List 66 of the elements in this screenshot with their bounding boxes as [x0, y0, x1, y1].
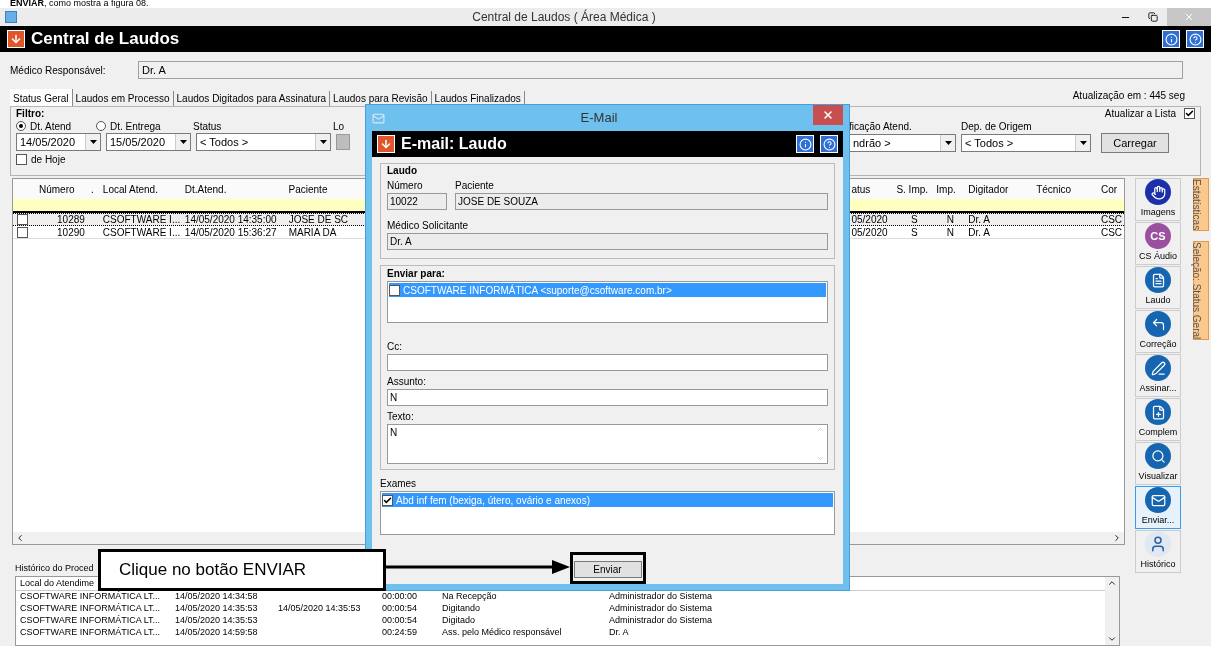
table-cell-text: Dr. A [609, 626, 630, 640]
table-cell-text: Dr. A [967, 213, 991, 227]
table-cell-text: 10290 [56, 225, 86, 240]
table-cell-text: 00:00:00 [382, 590, 419, 604]
refresh-info: Atualização em : 445 seg [1072, 89, 1186, 103]
table-cell-text: N [945, 225, 955, 240]
table-cell-text: 14/05/2020 14:35:53 [175, 602, 259, 616]
table-cell-text: 14/05/2020 14:59:58 [175, 626, 259, 640]
callout-box: Clique no botão ENVIAR [98, 549, 386, 591]
table-cell-text: Dr. A [967, 225, 991, 240]
cs-logo: CS [1145, 223, 1171, 250]
dialog-title: E-Mail [579, 109, 619, 128]
table-cell-text: CSOFTWARE INFORMÁTICA LT... [20, 614, 161, 627]
field-label: Dep. de Origem [961, 119, 1032, 134]
table-cell-text: 10289 [56, 213, 86, 227]
table-cell-text: 05/2020 [850, 213, 889, 227]
table-cell-text: CSC [1099, 225, 1124, 240]
table-cell-text: 14/05/2020 14:34:58 [175, 590, 259, 604]
table-cell-text: Administrador do Sistema [609, 590, 714, 604]
table-cell-text: JOSE DE SC [287, 213, 350, 227]
field-label: Exames [380, 477, 418, 491]
table-cell-text: CSOFTWARE INFORMÁTICA LT... [20, 602, 161, 615]
filter-legend: Filtro: [16, 105, 45, 121]
table-cell-text: CSOFTWARE INFORMÁTICA LT... [20, 590, 161, 603]
table-cell-text: MARIA DA [287, 225, 338, 240]
table-cell-text: 14/05/2020 14:35:53 [175, 614, 259, 628]
window-title: Central de Laudos ( Área Médica ) [471, 8, 657, 26]
table-cell-text: 14/05/2020 14:35:53 [278, 602, 362, 616]
table-cell-text: CSC [1099, 213, 1124, 227]
table-cell-text: CSOFTWARE INFORMÁTICA LT... [20, 626, 161, 640]
table-cell-text: Na Recepção [442, 590, 498, 604]
group-legend: Enviar para: [387, 266, 828, 281]
checkbox-label: Atualizar a Lista [1104, 106, 1176, 121]
table-cell-text: 00:00:54 [382, 614, 419, 628]
table-cell-text: 05/2020 [850, 225, 889, 240]
table-cell-text: S [910, 213, 919, 227]
field-label: Lo [333, 119, 345, 134]
table-cell-text: Administrador do Sistema [609, 614, 714, 628]
table-cell-text: N [945, 213, 955, 227]
table-cell-text: Administrador do Sistema [609, 602, 714, 616]
table-cell-text: CSOFTWARE I... [101, 225, 182, 240]
dialog-header-title: E-mail: Laudo [401, 134, 508, 154]
field-label: ficação Atend. [849, 119, 913, 134]
app-header-title: Central de Laudos [31, 28, 181, 51]
table-cell-text: 14/05/2020 14:35:00 [183, 213, 278, 227]
group-legend: Laudo [387, 163, 828, 178]
section-label: Histórico do Proced [15, 561, 94, 575]
checkbox-label: de Hoje [31, 152, 66, 167]
radio-label: Dt. Atend [30, 119, 72, 134]
field-label: Assunto: [387, 375, 427, 389]
table-cell-text: 14/05/2020 15:36:27 [183, 225, 278, 240]
field-label: Número [387, 179, 424, 193]
field-label: Paciente [455, 179, 495, 193]
field-label: Cc: [387, 340, 403, 354]
field-label: Status [193, 119, 223, 134]
field-label: Texto: [387, 410, 415, 424]
radio-label: Dt. Entrega [110, 119, 161, 134]
table-cell-text: Ass. pelo Médico responsável [442, 626, 563, 640]
table-cell-text: 00:00:54 [382, 602, 419, 616]
table-cell-text: 00:24:59 [382, 626, 419, 640]
table-cell-text: S [910, 225, 919, 240]
table-cell-text: Digitado [442, 614, 477, 628]
table-cell-text: Digitando [442, 602, 482, 616]
document-caption: ENVIAR, como mostra a figura 08. [10, 0, 149, 8]
field-label: Médico Responsável: [10, 63, 107, 78]
table-cell-text: CSOFTWARE I... [101, 213, 182, 227]
